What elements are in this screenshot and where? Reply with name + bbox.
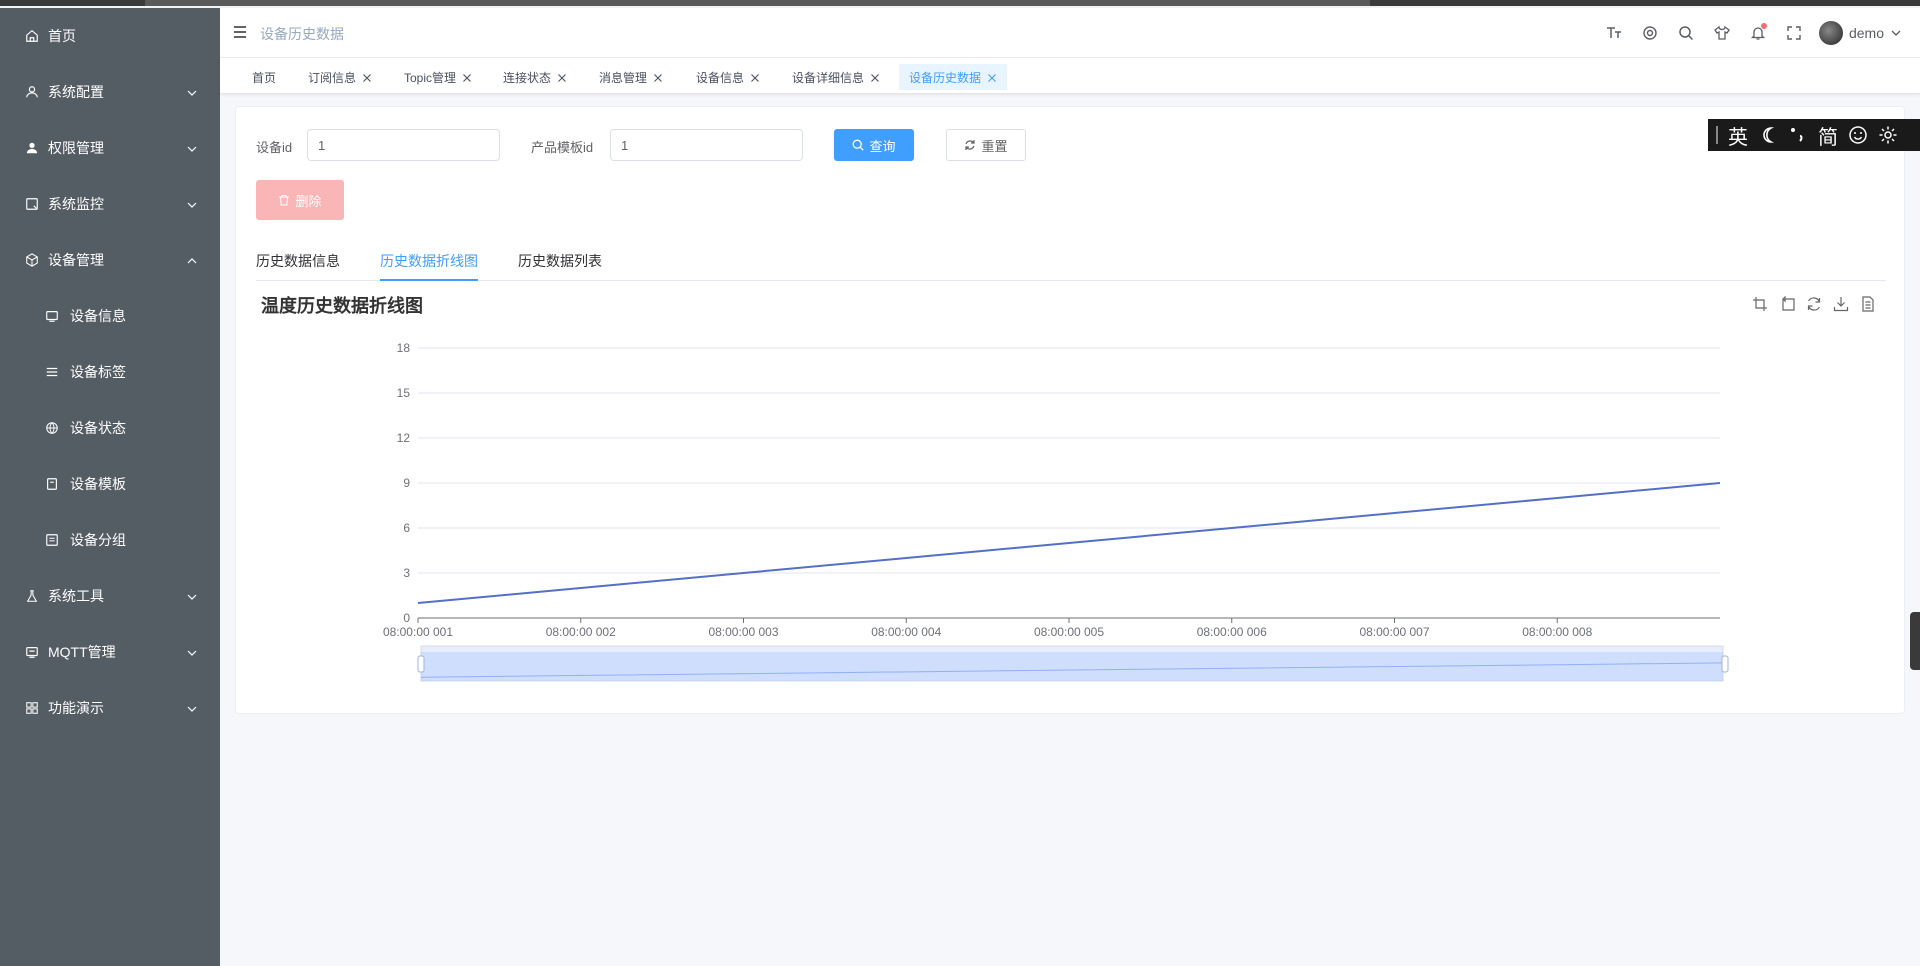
x-tick-label: 08:00:00 003: [708, 625, 778, 639]
x-tick-label: 08:00:00 001: [383, 625, 453, 639]
ime-lang[interactable]: 英: [1728, 121, 1748, 150]
ime-mode[interactable]: 简: [1818, 121, 1838, 150]
x-tick-label: 08:00:00 004: [871, 625, 941, 639]
y-tick-label: 12: [397, 431, 411, 445]
smile-icon[interactable]: [1848, 125, 1868, 145]
punctuation-icon[interactable]: [1788, 125, 1808, 145]
y-tick-label: 6: [403, 521, 410, 535]
x-tick-label: 08:00:00 002: [546, 625, 616, 639]
y-tick-label: 0: [403, 611, 410, 625]
x-tick-label: 08:00:00 008: [1522, 625, 1592, 639]
x-tick-label: 08:00:00 006: [1197, 625, 1267, 639]
y-tick-label: 15: [397, 386, 411, 400]
datazoom-selection: [421, 652, 1723, 681]
y-tick-label: 9: [403, 476, 410, 490]
side-drawer-handle[interactable]: [1910, 612, 1920, 670]
moon-icon[interactable]: [1758, 125, 1778, 145]
datazoom-handle-left[interactable]: [417, 655, 425, 673]
x-tick-label: 08:00:00 007: [1359, 625, 1429, 639]
ime-divider: [1716, 126, 1718, 144]
datazoom-handle-right[interactable]: [1721, 655, 1729, 673]
x-tick-label: 08:00:00 005: [1034, 625, 1104, 639]
temperature-line-chart: 0 3 6 9 12 15 18 08:00:00 001 08:00:00 002 08:00:…: [383, 341, 1729, 682]
y-tick-label: 18: [397, 341, 411, 355]
settings-icon[interactable]: [1878, 125, 1898, 145]
ime-toolbar: 英 简: [1708, 119, 1920, 151]
y-tick-label: 3: [403, 566, 410, 580]
